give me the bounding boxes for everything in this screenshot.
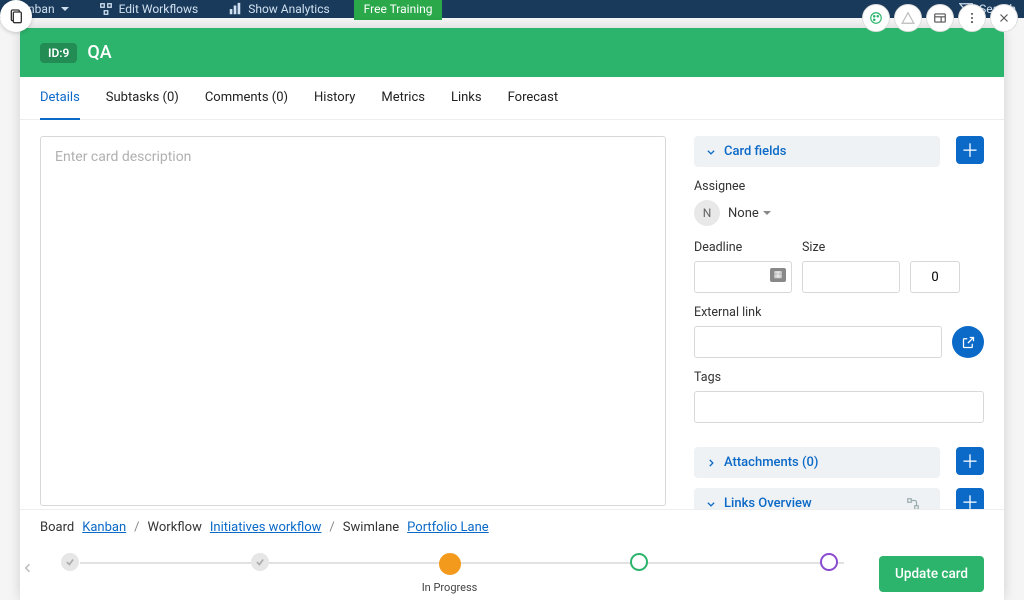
tab-links[interactable]: Links <box>451 77 482 119</box>
tags-label: Tags <box>694 370 984 385</box>
layout-button[interactable] <box>926 4 954 32</box>
calendar-icon: ▦ <box>770 268 786 282</box>
size-input[interactable] <box>802 261 900 293</box>
card-id-badge: ID:9 <box>40 43 77 63</box>
triangle-icon <box>901 11 915 25</box>
palette-icon <box>869 11 883 25</box>
show-analytics-menu[interactable]: Show Analytics <box>222 0 335 19</box>
open-link-button[interactable] <box>952 326 984 358</box>
description-input[interactable] <box>40 136 666 506</box>
breadcrumb-swimlane-label: Swimlane <box>343 520 399 535</box>
layout-icon <box>933 11 947 25</box>
tab-subtasks[interactable]: Subtasks (0) <box>106 77 179 119</box>
breadcrumb-board-link[interactable]: Kanban <box>82 520 126 535</box>
tab-details[interactable]: Details <box>40 77 80 120</box>
add-attachment-button[interactable]: ＋ <box>956 447 984 475</box>
tab-comments[interactable]: Comments (0) <box>205 77 288 119</box>
attachments-header[interactable]: Attachments (0) <box>694 447 940 478</box>
breadcrumb-board-label: Board <box>40 520 74 535</box>
chevron-down-icon <box>706 147 716 157</box>
stage-1[interactable] <box>40 553 100 594</box>
size-label: Size <box>802 240 900 255</box>
card-title: QA <box>87 42 111 63</box>
deadline-label: Deadline <box>694 240 792 255</box>
chevron-down-icon <box>706 499 716 509</box>
assignee-avatar: N <box>694 200 720 226</box>
assignee-label: Assignee <box>694 179 984 194</box>
more-button[interactable] <box>958 4 986 32</box>
card-icon-floater[interactable] <box>0 0 32 32</box>
external-link-input[interactable] <box>694 326 942 358</box>
edit-workflows-menu[interactable]: Edit Workflows <box>93 0 205 19</box>
close-button[interactable] <box>990 4 1018 32</box>
chevron-left-icon <box>22 562 34 574</box>
stage-2[interactable] <box>230 553 290 594</box>
theme-button[interactable] <box>862 4 890 32</box>
tabs: Details Subtasks (0) Comments (0) Histor… <box>20 77 1004 120</box>
chevron-right-icon <box>706 458 716 468</box>
size-number-input[interactable] <box>910 261 960 293</box>
assignee-select[interactable]: None <box>728 206 771 221</box>
update-card-button[interactable]: Update card <box>879 556 984 592</box>
links-overview-header[interactable]: Links Overview <box>694 488 940 509</box>
external-link-label: External link <box>694 305 984 320</box>
check-icon <box>255 557 265 567</box>
card-header: ID:9 QA <box>20 28 1004 77</box>
card-fields-header[interactable]: Card fields <box>694 136 940 167</box>
free-training-button[interactable]: Free Training <box>354 0 443 20</box>
tags-input[interactable] <box>694 391 984 423</box>
stage-current-label: In Progress <box>422 581 478 594</box>
stage-current[interactable]: In Progress <box>420 553 480 594</box>
relation-icon <box>906 497 920 510</box>
collapse-handle[interactable] <box>22 559 34 578</box>
tab-forecast[interactable]: Forecast <box>508 77 558 119</box>
stage-4[interactable] <box>609 553 669 594</box>
breadcrumb-workflow-link[interactable]: Initiatives workflow <box>210 520 322 535</box>
card-modal: ID:9 QA Details Subtasks (0) Comments (0… <box>20 28 1004 600</box>
check-icon <box>65 557 75 567</box>
tab-history[interactable]: History <box>314 77 355 119</box>
breadcrumb-swimlane-link[interactable]: Portfolio Lane <box>407 520 489 535</box>
breadcrumb: Board Kanban / Workflow Initiatives work… <box>40 520 984 535</box>
cards-icon <box>8 8 24 24</box>
open-external-icon <box>961 335 976 350</box>
close-icon <box>997 11 1011 25</box>
warning-button[interactable] <box>894 4 922 32</box>
add-link-button[interactable]: ＋ <box>956 488 984 509</box>
add-field-button[interactable]: ＋ <box>956 136 984 164</box>
stage-5[interactable] <box>799 553 859 594</box>
workflow-icon <box>99 2 113 16</box>
tab-metrics[interactable]: Metrics <box>381 77 425 119</box>
more-vertical-icon <box>965 11 979 25</box>
breadcrumb-workflow-label: Workflow <box>148 520 202 535</box>
analytics-icon <box>228 2 242 16</box>
